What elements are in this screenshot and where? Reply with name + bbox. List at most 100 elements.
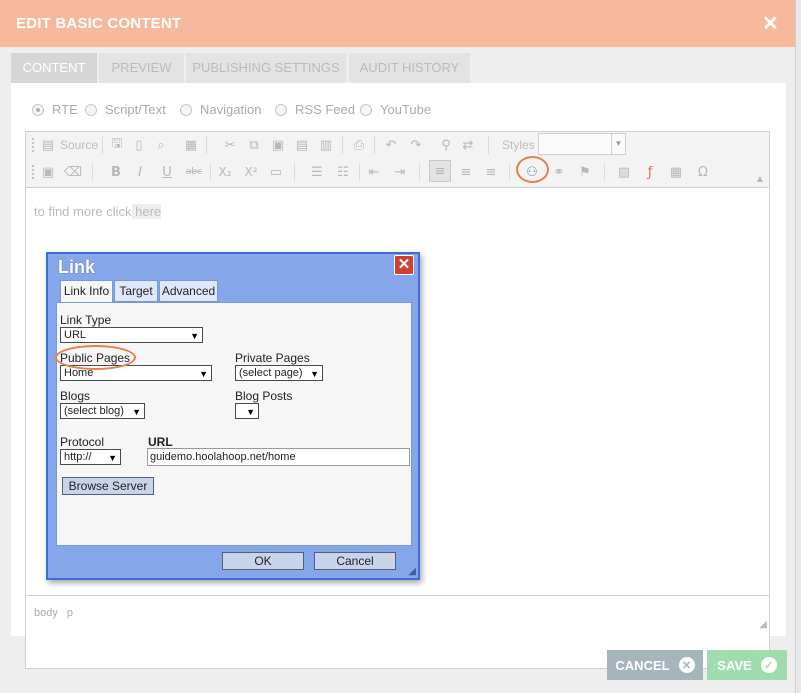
styles-dropdown[interactable]: ▼ — [538, 133, 626, 155]
indent-icon[interactable]: ⇥ — [390, 162, 410, 182]
radio-label: Navigation — [200, 102, 262, 117]
link-type-label: Link Type — [60, 313, 112, 327]
public-pages-highlight-ring — [55, 345, 136, 370]
eraser-icon[interactable]: ⌫ — [63, 162, 83, 182]
special-char-icon[interactable]: Ω — [693, 162, 713, 182]
tab-link-info[interactable]: Link Info — [60, 280, 113, 303]
paste-text-icon[interactable]: ▤ — [292, 135, 312, 155]
save-button[interactable]: SAVE ✓ — [707, 650, 787, 680]
chevron-down-icon: ▼ — [132, 407, 141, 417]
preview-icon[interactable]: ⌕ — [151, 135, 171, 155]
dialog-cancel-button[interactable]: Cancel — [314, 552, 396, 570]
protocol-select[interactable]: http:// ▼ — [60, 449, 121, 465]
chevron-down-icon: ▼ — [199, 369, 208, 379]
cut-icon[interactable]: ✂ — [220, 135, 240, 155]
ok-button[interactable]: OK — [222, 552, 304, 570]
outdent-icon[interactable]: ⇤ — [364, 162, 384, 182]
radio-circle[interactable] — [180, 103, 192, 116]
link-type-select[interactable]: URL ▼ — [60, 327, 203, 343]
paste-icon[interactable]: ▣ — [268, 135, 288, 155]
toolbar-grip[interactable] — [32, 165, 34, 179]
superscript-button[interactable]: X² — [241, 162, 261, 182]
source-button[interactable]: Source — [60, 137, 98, 153]
private-pages-select[interactable]: (select page) ▼ — [235, 365, 323, 381]
radio-circle[interactable] — [360, 103, 372, 116]
tab-audit-history[interactable]: AUDIT HISTORY — [349, 53, 470, 83]
bulleted-list-icon[interactable]: ☷ — [333, 162, 353, 182]
image-icon[interactable]: ▨ — [614, 162, 634, 182]
blog-posts-select[interactable]: ▼ — [235, 403, 259, 419]
blogs-select[interactable]: (select blog) ▼ — [60, 403, 145, 419]
browse-server-button[interactable]: Browse Server — [62, 477, 154, 495]
source-icon[interactable]: ▤ — [38, 135, 58, 155]
chevron-down-icon: ▼ — [310, 369, 319, 379]
dialog-close-icon[interactable]: ✕ — [394, 255, 414, 275]
dialog-resize-handle-icon[interactable]: ◢ — [408, 566, 416, 577]
radio-youtube[interactable]: YouTube — [360, 102, 431, 117]
element-path[interactable]: body p — [34, 607, 73, 619]
blogs-value: (select blog) — [64, 405, 124, 417]
toolbar-separator — [210, 163, 211, 181]
horizontal-rule-icon[interactable]: ▭ — [266, 162, 286, 182]
url-input[interactable]: guidemo.hoolahoop.net/home — [147, 448, 410, 466]
tab-advanced[interactable]: Advanced — [159, 280, 218, 302]
align-center-icon[interactable]: ≡ — [456, 162, 476, 182]
radio-rss-feed[interactable]: RSS Feed — [275, 102, 355, 117]
underline-button[interactable]: U — [157, 162, 177, 182]
table-icon[interactable]: ▦ — [666, 162, 686, 182]
align-right-icon[interactable]: ≡ — [481, 162, 501, 182]
flash-icon[interactable]: ƒ — [640, 162, 660, 182]
toolbar-separator — [342, 136, 343, 154]
numbered-list-icon[interactable]: ☰ — [307, 162, 327, 182]
align-left-icon[interactable]: ≡ — [429, 160, 451, 182]
tab-target[interactable]: Target — [114, 280, 158, 302]
paste-word-icon[interactable]: ▥ — [316, 135, 336, 155]
radio-circle[interactable] — [32, 103, 44, 116]
copy-icon[interactable]: ⧉ — [244, 135, 264, 155]
tab-content[interactable]: CONTENT — [11, 53, 97, 83]
unlink-icon[interactable]: ⚭ — [549, 162, 569, 182]
page-scrollbar[interactable] — [795, 0, 801, 693]
select-all-icon[interactable]: ▣ — [38, 162, 58, 182]
templates-icon[interactable]: ▦ — [181, 135, 201, 155]
private-pages-label: Private Pages — [235, 351, 310, 365]
toolbar-grip[interactable] — [32, 138, 34, 152]
radio-circle[interactable] — [275, 103, 287, 116]
styles-label: Styles — [502, 138, 535, 152]
radio-label: YouTube — [380, 102, 432, 117]
save-icon[interactable]: 🖫 — [107, 135, 127, 155]
radio-label: RTE — [52, 102, 78, 117]
collapse-toolbar-icon[interactable]: ▲ — [750, 168, 770, 188]
toolbar-separator — [419, 163, 420, 181]
redo-icon[interactable]: ↷ — [406, 135, 426, 155]
find-icon[interactable]: ⚲ — [436, 135, 456, 155]
resize-handle-icon[interactable]: ◢ — [759, 619, 767, 630]
chevron-down-icon[interactable]: ▼ — [611, 134, 625, 154]
selected-link-text[interactable]: here — [131, 204, 162, 219]
cancel-label: CANCEL — [615, 657, 670, 673]
undo-icon[interactable]: ↶ — [381, 135, 401, 155]
bold-button[interactable]: B — [106, 162, 126, 182]
editor-text[interactable]: to find more click here — [34, 204, 162, 219]
toolbar-separator — [488, 136, 489, 154]
print-icon[interactable]: ⎙ — [349, 135, 369, 155]
editor-text-before: to find more click — [34, 204, 132, 219]
toolbar-separator — [294, 163, 295, 181]
new-page-icon[interactable]: ▯ — [129, 135, 149, 155]
link-dialog: Link ✕ Link Info Target Advanced Link Ty… — [46, 252, 420, 580]
subscript-button[interactable]: X₂ — [215, 162, 235, 182]
cancel-button[interactable]: CANCEL ✕ — [607, 650, 703, 680]
radio-navigation[interactable]: Navigation — [180, 102, 261, 117]
tab-preview[interactable]: PREVIEW — [99, 53, 184, 83]
radio-script-text[interactable]: Script/Text — [85, 102, 166, 117]
close-icon[interactable]: ✕ — [762, 11, 779, 36]
replace-icon[interactable]: ⇄ — [458, 135, 478, 155]
toolbar-separator — [359, 163, 360, 181]
tab-publishing-settings[interactable]: PUBLISHING SETTINGS — [186, 53, 346, 83]
radio-rte[interactable]: RTE — [32, 102, 78, 117]
anchor-flag-icon[interactable]: ⚑ — [575, 162, 595, 182]
italic-button[interactable]: I — [130, 162, 150, 182]
protocol-label: Protocol — [60, 435, 105, 449]
strikethrough-button[interactable]: abc — [184, 162, 204, 182]
radio-circle[interactable] — [85, 103, 97, 116]
